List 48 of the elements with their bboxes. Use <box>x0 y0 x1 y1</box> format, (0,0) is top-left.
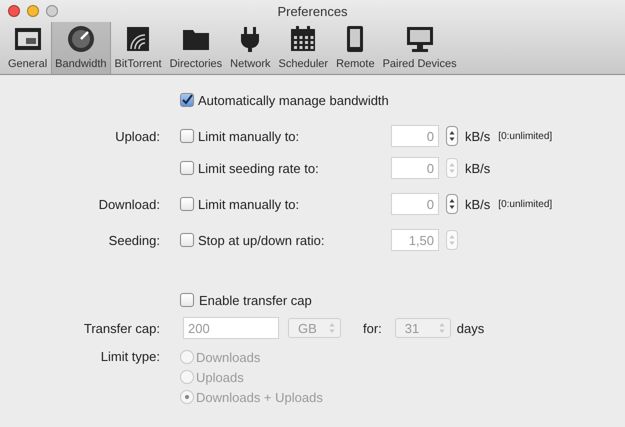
checkbox[interactable] <box>180 197 194 211</box>
stepper[interactable] <box>446 194 458 214</box>
checkbox-label[interactable]: Limit manually to: <box>198 196 300 212</box>
row-label: Upload: <box>114 128 160 144</box>
unit-label: kB/s <box>465 128 490 144</box>
days-label: days <box>456 320 484 336</box>
toolbar-tab[interactable]: Remote <box>332 22 379 74</box>
zoom-button[interactable] <box>46 5 58 17</box>
stepper[interactable] <box>446 126 458 146</box>
up-down-arrows-icon <box>449 233 455 247</box>
radio-button[interactable] <box>180 390 194 404</box>
for-label: for: <box>363 320 382 336</box>
up-down-arrows-icon <box>449 129 455 143</box>
hint-text: [0:unlimited] <box>498 198 552 210</box>
checkbox[interactable] <box>180 233 194 247</box>
up-down-arrows-icon <box>329 321 335 335</box>
window-title: Preferences <box>277 4 348 18</box>
checkbox-label[interactable]: Stop at up/down ratio: <box>198 232 324 248</box>
unit-label: kB/s <box>465 196 490 212</box>
checkbox-label[interactable]: Automatically manage bandwidth <box>180 92 389 108</box>
checkbox-label[interactable]: Limit seeding rate to: <box>198 160 319 176</box>
radio-button[interactable] <box>180 350 194 364</box>
toolbar-tab[interactable]: Paired Devices <box>378 22 461 74</box>
toolbar-tab[interactable]: General <box>4 22 52 74</box>
radio-button[interactable] <box>180 370 194 384</box>
row-label: Limit type: <box>100 348 160 366</box>
radio-dot-icon <box>185 395 189 399</box>
toolbar-tab[interactable]: Scheduler <box>274 22 332 74</box>
row-label: Seeding: <box>108 232 160 248</box>
hint-text: [0:unlimited] <box>498 130 552 142</box>
up-down-arrows-icon <box>449 197 455 211</box>
checkbox-label[interactable]: Limit manually to: <box>198 128 300 144</box>
up-down-arrows-icon <box>449 161 455 175</box>
close-button[interactable] <box>8 5 20 17</box>
row-label: Transfer cap: <box>82 320 160 336</box>
toolbar-tab[interactable]: BitTorrent <box>110 22 166 74</box>
toolbar-tab[interactable]: Directories <box>166 22 226 74</box>
checkbox[interactable] <box>180 93 194 107</box>
toolbar-tab[interactable]: Bandwidth <box>51 22 111 74</box>
up-down-arrows-icon <box>438 321 445 335</box>
toolbar-tab[interactable]: Network <box>226 22 275 74</box>
minimize-button[interactable] <box>27 5 39 17</box>
checkbox[interactable] <box>180 161 194 175</box>
checkbox[interactable] <box>180 129 194 143</box>
checkbox[interactable] <box>180 293 194 307</box>
unit-label: kB/s <box>465 160 490 176</box>
checkbox-label[interactable]: Enable transfer cap <box>199 292 312 308</box>
row-label: Download: <box>98 196 160 212</box>
